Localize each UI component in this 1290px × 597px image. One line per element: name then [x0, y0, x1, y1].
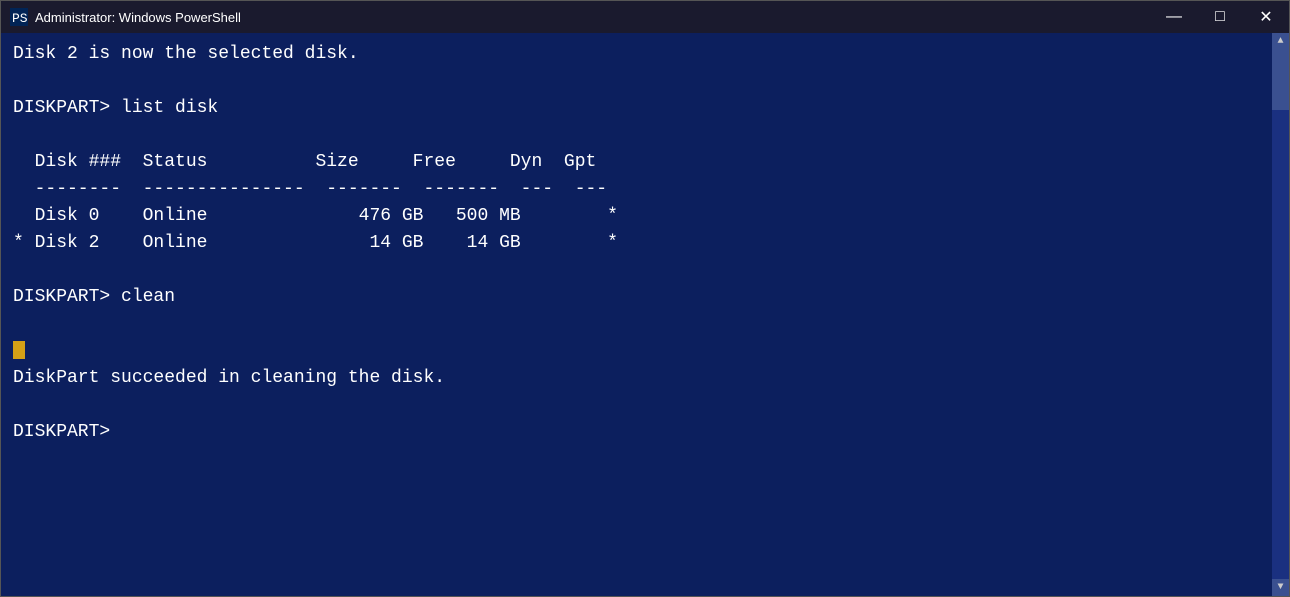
svg-text:PS: PS: [12, 11, 28, 26]
scroll-up-arrow[interactable]: ▲: [1272, 33, 1289, 50]
console-line-6: Disk 0 Online 476 GB 500 MB *: [13, 206, 618, 226]
scroll-track: [1272, 50, 1289, 579]
console-line-2: DISKPART> list disk: [13, 98, 218, 118]
console-output[interactable]: Disk 2 is now the selected disk. DISKPAR…: [1, 33, 1272, 596]
window-title: Administrator: Windows PowerShell: [35, 10, 1281, 25]
powershell-icon: PS: [9, 7, 29, 27]
maximize-button[interactable]: □: [1197, 1, 1243, 33]
scroll-thumb[interactable]: [1272, 50, 1289, 110]
scroll-down-arrow[interactable]: ▼: [1272, 579, 1289, 596]
console-area: Disk 2 is now the selected disk. DISKPAR…: [1, 33, 1289, 596]
console-line-10: DISKPART>: [13, 422, 121, 442]
scrollbar[interactable]: ▲ ▼: [1272, 33, 1289, 596]
close-button[interactable]: ✕: [1243, 1, 1289, 33]
console-line-8: DiskPart succeeded in cleaning the disk.: [13, 368, 445, 388]
cursor-block: [13, 341, 25, 359]
console-line-4: Disk ### Status Size Free Dyn Gpt: [13, 152, 596, 172]
powershell-window: PS Administrator: Windows PowerShell — □…: [0, 0, 1290, 597]
console-line-0: Disk 2 is now the selected disk.: [13, 44, 359, 64]
console-line-5: -------- --------------- ------- -------…: [13, 179, 607, 199]
console-line-9: DISKPART> clean: [13, 287, 175, 307]
console-line-7: * Disk 2 Online 14 GB 14 GB *: [13, 233, 618, 253]
minimize-button[interactable]: —: [1151, 1, 1197, 33]
window-controls: — □ ✕: [1151, 1, 1289, 33]
title-bar: PS Administrator: Windows PowerShell — □…: [1, 1, 1289, 33]
